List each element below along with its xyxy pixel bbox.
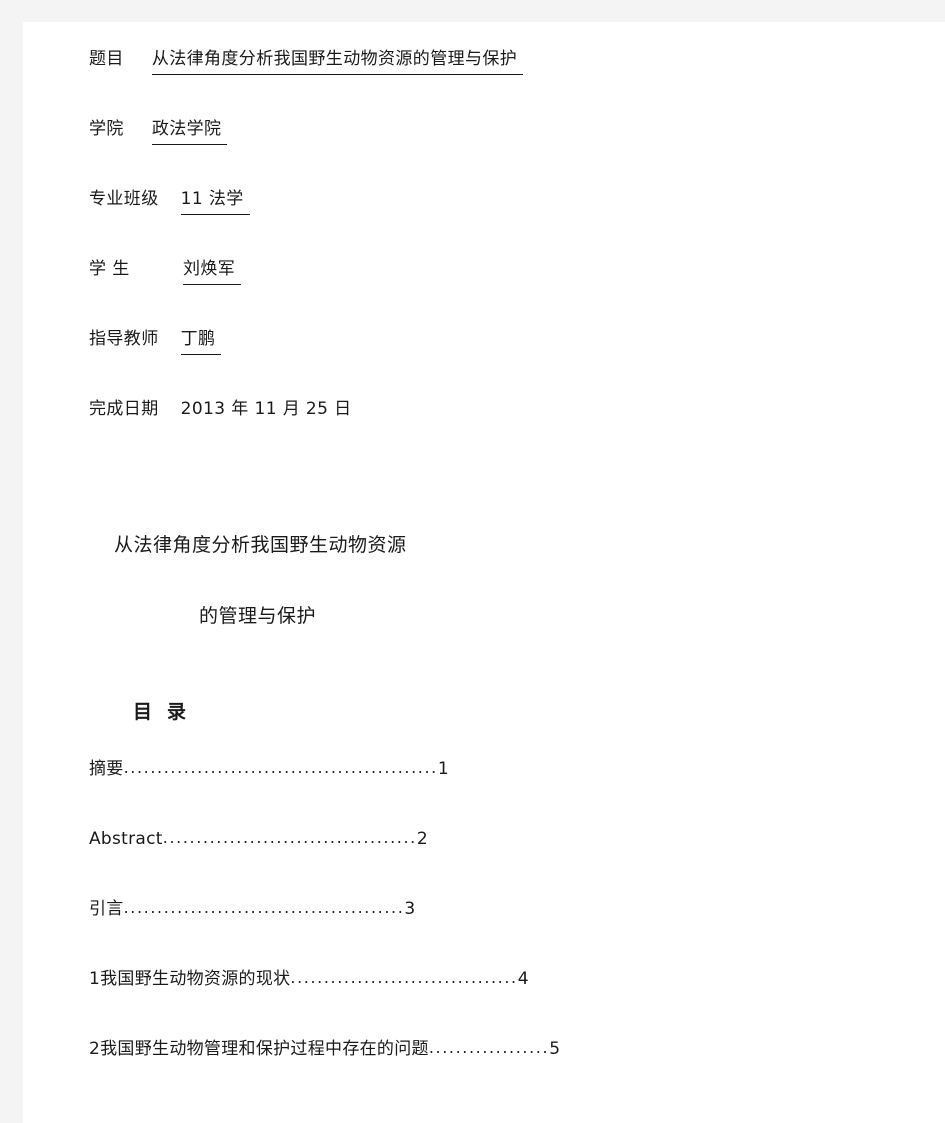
toc-entry[interactable]: 1我国野生动物资源的现状 ...........................… bbox=[89, 967, 909, 1037]
cover-field-date: 完成日期 2013 年 11 月 25 日 bbox=[89, 397, 889, 467]
cover-field-list: 题目 从法律角度分析我国野生动物资源的管理与保护 学院 政法学院 专业班级 11… bbox=[89, 47, 889, 467]
toc-entry[interactable]: 摘要 .....................................… bbox=[89, 757, 909, 827]
toc-heading-char-1: 目 bbox=[133, 701, 154, 723]
thesis-title-block: 从法律角度分析我国野生动物资源 的管理与保护 bbox=[89, 530, 889, 631]
toc-entry-label: 1我国野生动物资源的现状 bbox=[89, 969, 291, 989]
toc-entry-leader: ........................................… bbox=[123, 758, 438, 777]
document-page: 题目 从法律角度分析我国野生动物资源的管理与保护 学院 政法学院 专业班级 11… bbox=[23, 22, 945, 1123]
cover-field-class-value: 11 法学 bbox=[180, 187, 250, 215]
toc-heading-char-2: 录 bbox=[167, 701, 188, 723]
toc-entry-label: 2我国野生动物管理和保护过程中存在的问题 bbox=[89, 1039, 429, 1059]
cover-field-date-label: 完成日期 bbox=[89, 399, 159, 419]
cover-field-class: 专业班级 11 法学 bbox=[89, 187, 889, 257]
toc-entry-page-number: 4 bbox=[517, 969, 529, 989]
toc-entry-label: 摘要 bbox=[89, 759, 124, 779]
toc-entry-label: 引言 bbox=[89, 899, 124, 919]
cover-field-class-label: 专业班级 bbox=[89, 189, 159, 209]
cover-field-college-label: 学院 bbox=[89, 119, 124, 139]
toc-entry-leader: .................. bbox=[428, 1038, 550, 1057]
cover-field-student: 学 生 刘焕军 bbox=[89, 257, 889, 327]
toc-entry[interactable]: 2我国野生动物管理和保护过程中存在的问题 .................. … bbox=[89, 1037, 909, 1107]
thesis-title-line-2: 的管理与保护 bbox=[199, 605, 317, 627]
thesis-title-line-1: 从法律角度分析我国野生动物资源 bbox=[114, 534, 407, 556]
toc-heading: 目 录 bbox=[89, 697, 533, 724]
toc-entry-label: Abstract bbox=[89, 829, 163, 849]
toc-entry-leader: ........................................… bbox=[123, 898, 405, 917]
cover-field-title-value: 从法律角度分析我国野生动物资源的管理与保护 bbox=[151, 47, 524, 75]
cover-field-title: 题目 从法律角度分析我国野生动物资源的管理与保护 bbox=[89, 47, 889, 117]
toc-entry[interactable]: Abstract ...............................… bbox=[89, 827, 909, 897]
cover-field-student-value: 刘焕军 bbox=[183, 257, 242, 285]
cover-field-student-label: 学 生 bbox=[89, 259, 130, 279]
toc-entry-page-number: 5 bbox=[549, 1039, 561, 1059]
toc-entry[interactable]: 引言 .....................................… bbox=[89, 897, 909, 967]
cover-field-advisor-value: 丁鹏 bbox=[180, 327, 222, 355]
toc-entry-leader: ...................................... bbox=[162, 828, 417, 847]
cover-field-college: 学院 政法学院 bbox=[89, 117, 889, 187]
cover-field-date-value: 2013 年 11 月 25 日 bbox=[180, 399, 352, 419]
cover-field-advisor-label: 指导教师 bbox=[89, 329, 159, 349]
toc-entry-list: 摘要 .....................................… bbox=[89, 757, 909, 1107]
cover-field-college-value: 政法学院 bbox=[151, 117, 228, 145]
scan-top-margin-band bbox=[0, 0, 945, 22]
toc-entry-leader: .................................. bbox=[290, 968, 518, 987]
cover-field-advisor: 指导教师 丁鹏 bbox=[89, 327, 889, 397]
cover-field-title-label: 题目 bbox=[89, 49, 124, 69]
toc-entry-page-number: 1 bbox=[437, 759, 449, 779]
toc-entry-page-number: 2 bbox=[416, 829, 428, 849]
toc-entry-page-number: 3 bbox=[404, 899, 416, 919]
scan-left-margin-band bbox=[0, 0, 23, 1123]
